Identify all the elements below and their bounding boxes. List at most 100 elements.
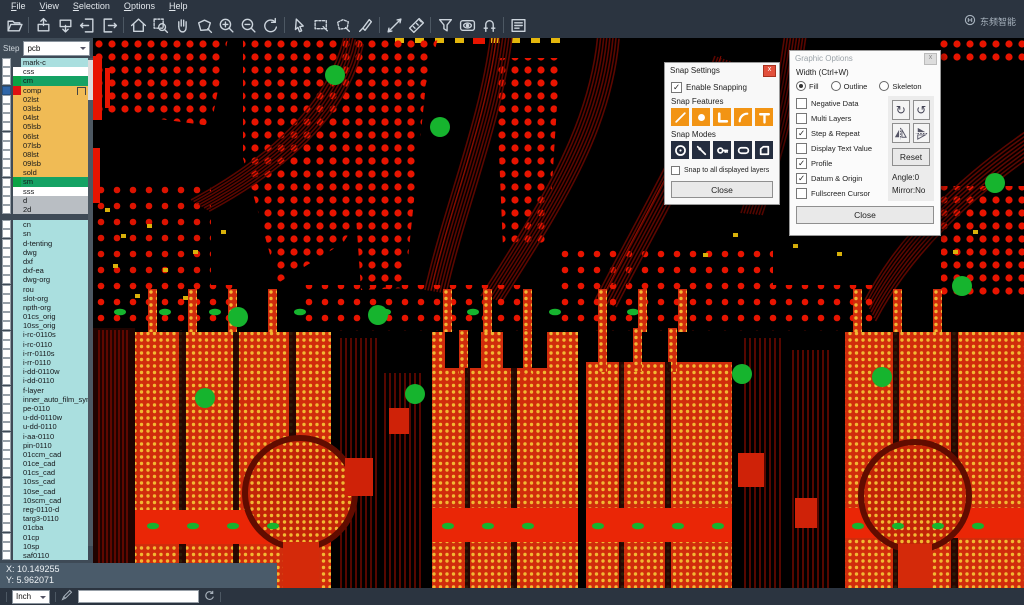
- layer-row[interactable]: dxf-ea: [0, 266, 88, 275]
- layer-row[interactable]: cm: [0, 76, 88, 85]
- layer-visibility-checkbox[interactable]: [2, 349, 11, 358]
- graphic-close-button[interactable]: Close: [796, 206, 934, 224]
- layer-visibility-checkbox[interactable]: [2, 312, 11, 321]
- layer-row[interactable]: dxf: [0, 257, 88, 266]
- layer-visibility-checkbox[interactable]: [2, 432, 11, 441]
- draw-pencil-icon[interactable]: [61, 588, 73, 605]
- select-rect-icon[interactable]: [310, 14, 332, 36]
- zoom-in-icon[interactable]: [215, 14, 237, 36]
- mirror-vertical-button[interactable]: [913, 123, 931, 143]
- mirror-horizontal-button[interactable]: [892, 123, 910, 143]
- layer-name[interactable]: 06lst: [21, 132, 88, 141]
- layer-row[interactable]: f-layer: [0, 386, 88, 395]
- zoom-undo-icon[interactable]: [259, 14, 281, 36]
- paint-brush-icon[interactable]: [354, 14, 376, 36]
- layer-row[interactable]: i-rc-0110: [0, 340, 88, 349]
- layer-row[interactable]: 01ccm_cad: [0, 450, 88, 459]
- layer-row[interactable]: i-rc-0110s: [0, 330, 88, 339]
- layer-name[interactable]: i-rr-0110s: [21, 349, 88, 358]
- layer-row[interactable]: slot-org: [0, 294, 88, 303]
- highlight-eye-icon[interactable]: [456, 14, 478, 36]
- layer-row[interactable]: d: [0, 196, 88, 205]
- page-arrow-right-icon[interactable]: [98, 14, 120, 36]
- layer-name[interactable]: i-rc-0110s: [21, 330, 88, 339]
- layer-name[interactable]: npth-org: [21, 303, 88, 312]
- snap-dialog-titlebar[interactable]: Snap Settings x: [665, 63, 779, 78]
- layer-visibility-checkbox[interactable]: [2, 505, 11, 514]
- width-radio-fill[interactable]: Fill: [796, 81, 819, 91]
- zoom-area-icon[interactable]: [149, 14, 171, 36]
- layer-name[interactable]: 01ce_cad: [21, 459, 88, 468]
- snap-arc-button[interactable]: [734, 108, 752, 126]
- layers-panel-icon[interactable]: [507, 14, 529, 36]
- layer-row[interactable]: cn: [0, 220, 88, 229]
- layer-row[interactable]: npth-org: [0, 303, 88, 312]
- graphic-dialog-titlebar[interactable]: Graphic Options x: [790, 51, 940, 66]
- layer-visibility-checkbox[interactable]: [2, 275, 11, 284]
- layer-visibility-checkbox[interactable]: [2, 285, 11, 294]
- measure-icon[interactable]: [383, 14, 405, 36]
- layer-name[interactable]: 05lsb: [21, 122, 88, 131]
- layer-name[interactable]: sold: [21, 168, 88, 177]
- layer-visibility-checkbox[interactable]: [2, 395, 11, 404]
- layer-visibility-checkbox[interactable]: [2, 331, 11, 340]
- scrollbar-thumb[interactable]: [88, 60, 93, 100]
- layer-row[interactable]: 06lst: [0, 132, 88, 141]
- snap-close-button[interactable]: Close: [671, 181, 773, 198]
- layer-row[interactable]: mark-c: [0, 58, 88, 67]
- layer-name[interactable]: cn: [21, 220, 88, 229]
- layer-visibility-checkbox[interactable]: [2, 487, 11, 496]
- layer-visibility-checkbox[interactable]: [2, 257, 11, 266]
- layer-visibility-checkbox[interactable]: [2, 358, 11, 367]
- layer-name[interactable]: 09lsb: [21, 159, 88, 168]
- layer-name[interactable]: i-rc-0110: [21, 340, 88, 349]
- ruler-icon[interactable]: [405, 14, 427, 36]
- width-radio-skeleton[interactable]: Skeleton: [879, 81, 921, 91]
- layer-visibility-checkbox[interactable]: [2, 220, 11, 229]
- menu-view[interactable]: View: [33, 1, 66, 11]
- layer-row[interactable]: u-dd-0110: [0, 422, 88, 431]
- checkbox[interactable]: ✓: [796, 158, 807, 169]
- box-arrow-down-icon[interactable]: [54, 14, 76, 36]
- layer-row[interactable]: i-rr-0110s: [0, 349, 88, 358]
- layer-row[interactable]: 01cba: [0, 523, 88, 532]
- layer-row[interactable]: pe-0110: [0, 404, 88, 413]
- layer-visibility-checkbox[interactable]: [2, 441, 11, 450]
- layer-row[interactable]: 04lst: [0, 113, 88, 122]
- layer-name[interactable]: d-tenting: [21, 239, 88, 248]
- layer-name[interactable]: inner_auto_film_symb: [21, 395, 88, 404]
- layer-visibility-checkbox[interactable]: [2, 533, 11, 542]
- layer-name[interactable]: 07lsb: [21, 141, 88, 150]
- rotate-cw-button[interactable]: ↻: [892, 100, 910, 120]
- layer-name[interactable]: 01cp: [21, 533, 88, 542]
- layer-visibility-checkbox[interactable]: [2, 58, 11, 67]
- layer-visibility-checkbox[interactable]: [2, 178, 11, 187]
- checkbox[interactable]: [796, 188, 807, 199]
- layer-visibility-checkbox[interactable]: [2, 450, 11, 459]
- graphic-check-negative-data[interactable]: Negative Data: [796, 96, 884, 111]
- layer-visibility-checkbox[interactable]: [2, 386, 11, 395]
- layer-visibility-checkbox[interactable]: [2, 104, 11, 113]
- layer-row[interactable]: i-aa-0110: [0, 432, 88, 441]
- layer-name[interactable]: i-aa-0110: [21, 432, 88, 441]
- layer-row[interactable]: d-tenting: [0, 239, 88, 248]
- layer-visibility-checkbox[interactable]: [2, 141, 11, 150]
- layer-name[interactable]: sss: [21, 187, 88, 196]
- layer-visibility-checkbox[interactable]: [2, 86, 11, 95]
- width-radio-outline[interactable]: Outline: [831, 81, 868, 91]
- layer-name[interactable]: 01ccm_cad: [21, 450, 88, 459]
- pan-hand-icon[interactable]: [171, 14, 193, 36]
- layer-visibility-checkbox[interactable]: [2, 376, 11, 385]
- layer-visibility-checkbox[interactable]: [2, 168, 11, 177]
- layer-name[interactable]: u-dd-0110: [21, 422, 88, 431]
- layer-visibility-checkbox[interactable]: [2, 150, 11, 159]
- layer-name[interactable]: comp: [21, 86, 88, 95]
- layer-name[interactable]: mark-c: [21, 58, 88, 67]
- layer-visibility-checkbox[interactable]: [2, 459, 11, 468]
- layer-row[interactable]: 03lsb: [0, 104, 88, 113]
- close-icon[interactable]: x: [924, 53, 937, 65]
- layer-name[interactable]: dwg-org: [21, 275, 88, 284]
- layer-row[interactable]: sold: [0, 168, 88, 177]
- layer-name[interactable]: 01cs_orig: [21, 312, 88, 321]
- snap-polygon-button[interactable]: [755, 141, 773, 159]
